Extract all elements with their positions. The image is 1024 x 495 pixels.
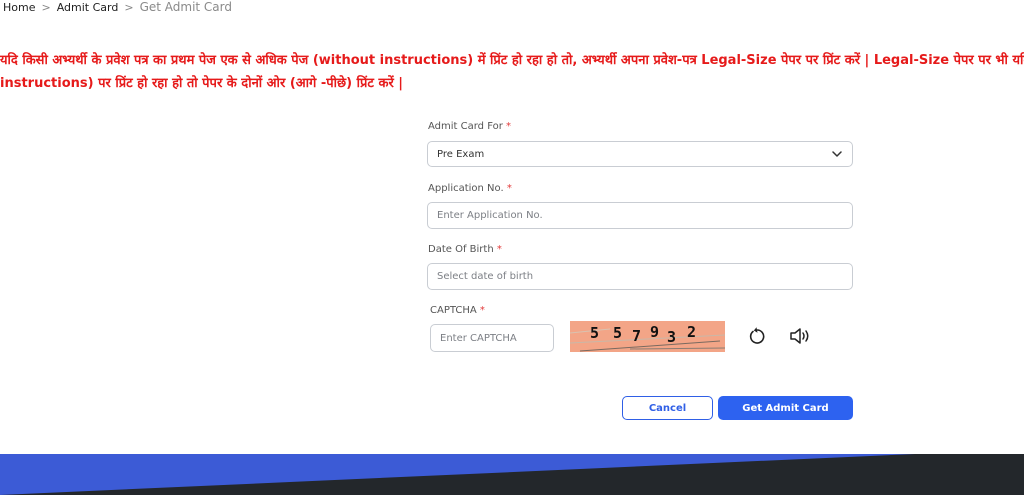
dob-input[interactable] (427, 263, 853, 290)
admit-card-for-select[interactable]: Pre Exam (427, 141, 853, 167)
captcha-digit: 3 (667, 328, 677, 346)
admit-card-form: Admit Card For * Pre Exam Application No… (0, 0, 1024, 495)
cancel-button[interactable]: Cancel (622, 396, 713, 420)
page: Home > Admit Card > Get Admit Card यदि क… (0, 0, 1024, 495)
captcha-digit: 9 (650, 323, 660, 341)
required-mark: * (479, 305, 485, 316)
application-no-label: Application No. * (428, 183, 512, 194)
captcha-label-text: CAPTCHA (430, 305, 477, 316)
refresh-icon (749, 327, 765, 344)
admit-card-for-value: Pre Exam (437, 148, 485, 160)
admit-card-for-label: Admit Card For * (428, 121, 511, 132)
required-mark: * (506, 183, 512, 194)
application-no-input[interactable] (427, 202, 853, 229)
application-no-label-text: Application No. (428, 183, 504, 194)
required-mark: * (506, 121, 512, 132)
dob-label-text: Date Of Birth (428, 244, 494, 255)
captcha-digit: 2 (687, 323, 697, 341)
required-mark: * (496, 244, 502, 255)
speaker-icon (790, 328, 809, 344)
footer-band (0, 454, 1024, 495)
captcha-digit: 5 (590, 324, 600, 342)
captcha-refresh-button[interactable] (745, 324, 769, 348)
captcha-digit: 5 (613, 324, 623, 342)
captcha-image: 5 5 7 9 3 2 (570, 321, 725, 352)
captcha-audio-button[interactable] (788, 324, 812, 348)
get-admit-card-button[interactable]: Get Admit Card (718, 396, 853, 420)
chevron-down-icon (831, 148, 843, 160)
admit-card-for-label-text: Admit Card For (428, 121, 503, 132)
captcha-label: CAPTCHA * (430, 305, 485, 316)
dob-label: Date Of Birth * (428, 244, 502, 255)
captcha-input[interactable] (430, 324, 554, 352)
captcha-digit: 7 (632, 327, 642, 345)
